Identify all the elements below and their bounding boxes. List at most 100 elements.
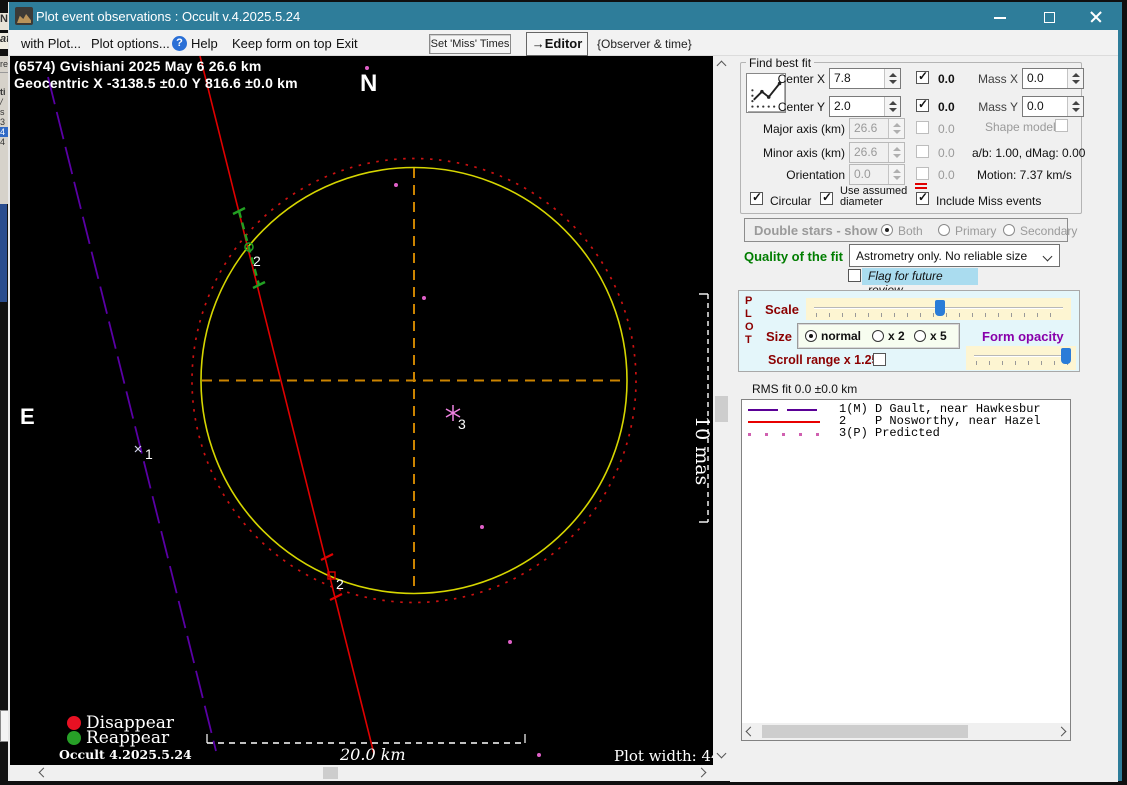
center-y-checkbox[interactable]: [916, 97, 929, 112]
plot-horizontal-scrollbar[interactable]: [10, 765, 713, 781]
background-window-fragment: [0, 204, 7, 302]
east-label: E: [20, 404, 35, 429]
chord-2-line: [199, 56, 375, 755]
predicted-label: 3: [458, 416, 466, 432]
menu-help[interactable]: Help: [191, 36, 218, 51]
window-title: Plot event observations : Occult v.4.202…: [36, 9, 301, 24]
scale-slider[interactable]: [806, 298, 1071, 320]
scrollbar-thumb[interactable]: [762, 725, 968, 738]
major-axis-label: Major axis (km): [762, 122, 845, 136]
version-label: Occult 4.2025.5.24: [59, 747, 192, 762]
reappear-legend-dot: [67, 731, 81, 745]
mass-y-value[interactable]: 0.0: [1027, 99, 1044, 113]
double-primary-label: Primary: [955, 224, 997, 238]
spinner-arrows[interactable]: [1067, 97, 1083, 116]
window-right-border: [1118, 2, 1122, 782]
center-x-checkbox[interactable]: [916, 69, 929, 84]
double-both-label: Both: [898, 224, 923, 238]
double-both-radio: [881, 224, 893, 236]
scrollbar-thumb[interactable]: [715, 396, 728, 422]
north-label: N: [360, 70, 378, 97]
mass-x-label: Mass X: [977, 72, 1018, 86]
chord-2-bottom-label: 2: [336, 576, 344, 592]
plot-geocentric: Geocentric X -3138.5 ±0.0 Y 816.6 ±0.0 k…: [14, 75, 298, 91]
plot-letter-o: O: [745, 321, 754, 333]
size-x2-label: x 2: [888, 329, 905, 343]
slider-thumb[interactable]: [935, 300, 945, 316]
plot-letter-p: P: [745, 295, 753, 307]
disappear-legend-dot: [67, 716, 81, 730]
scroll-range-checkbox[interactable]: [873, 353, 886, 366]
scrollbar-thumb[interactable]: [323, 767, 338, 779]
use-assumed-label: Use assumed diameter: [840, 185, 908, 208]
minor-axis-checkbox: [916, 145, 929, 158]
chord-1-label: 1: [145, 446, 153, 462]
include-miss-checkbox[interactable]: [916, 190, 929, 205]
center-x-value[interactable]: 7.8: [834, 71, 851, 85]
shape-model-checkbox: [1055, 119, 1068, 132]
chord-2-top-label: 2: [253, 253, 261, 269]
menu-exit[interactable]: Exit: [336, 36, 358, 51]
menu-keep-on-top[interactable]: Keep form on top: [232, 36, 332, 51]
center-x-label: Center X: [777, 72, 825, 86]
use-assumed-checkbox[interactable]: [820, 190, 833, 205]
rms-label: RMS fit 0.0 ±0.0 km: [752, 382, 858, 396]
spinner-arrows[interactable]: [884, 69, 900, 88]
plot-letter-l: L: [745, 308, 752, 320]
editor-button[interactable]: →Editor: [526, 32, 588, 56]
mas-bracket: [699, 293, 709, 523]
center-y-spinner[interactable]: 2.0: [829, 96, 901, 117]
plot-canvas[interactable]: (6574) Gvishiani 2025 May 6 26.6 km Geoc…: [10, 56, 713, 765]
center-y-label: Center Y: [777, 100, 825, 114]
minor-axis-offset: 0.0: [938, 146, 955, 160]
orientation-offset: 0.0: [938, 168, 955, 182]
maximize-button[interactable]: [1027, 4, 1071, 30]
set-miss-times-button[interactable]: Set 'Miss' Times: [429, 34, 511, 54]
form-opacity-slider[interactable]: [966, 346, 1076, 370]
form-opacity-label: Form opacity: [982, 329, 1064, 344]
minimize-button[interactable]: [978, 4, 1022, 30]
scale-label: Scale: [765, 302, 799, 317]
chord-2-line-sample: [748, 421, 820, 423]
observation-row[interactable]: 3(P) Predicted: [839, 426, 940, 440]
mass-x-value[interactable]: 0.0: [1027, 71, 1044, 85]
orientation-checkbox: [916, 167, 929, 180]
circular-checkbox[interactable]: [750, 190, 763, 205]
titlebar[interactable]: Plot event observations : Occult v.4.202…: [9, 2, 1118, 30]
help-icon[interactable]: ?: [172, 36, 187, 51]
mass-y-label: Mass Y: [978, 100, 1018, 114]
center-x-spinner[interactable]: 7.8: [829, 68, 901, 89]
observations-listbox[interactable]: 1(M) D Gault, near Hawkesbur 2 P Noswort…: [741, 399, 1071, 741]
minor-axis-label: Minor axis (km): [762, 146, 845, 160]
quality-label: Quality of the fit: [744, 249, 843, 264]
mass-y-spinner[interactable]: 0.0: [1022, 96, 1084, 117]
menu-plot-options[interactable]: Plot options...: [91, 36, 170, 51]
orientation-label: Orientation: [786, 168, 845, 182]
major-axis-value: 26.6: [854, 121, 878, 135]
include-miss-label: Include Miss events: [936, 194, 1042, 208]
size-x5-radio[interactable]: [914, 330, 926, 342]
major-axis-checkbox: [916, 121, 929, 134]
mass-x-spinner[interactable]: 0.0: [1022, 68, 1084, 89]
plot-graphics: [47, 56, 709, 757]
spinner-arrows[interactable]: [1067, 69, 1083, 88]
size-normal-radio[interactable]: [805, 330, 817, 342]
shape-model-label: Shape model: [985, 120, 1056, 134]
flag-checkbox[interactable]: [848, 269, 861, 282]
circular-label: Circular: [770, 194, 812, 208]
double-stars-label: Double stars - show: [754, 223, 878, 238]
size-x5-label: x 5: [930, 329, 947, 343]
control-panel: Find best fit Center X 7.8 0.0 Mass X 0.…: [730, 56, 1118, 782]
slider-thumb[interactable]: [1061, 348, 1071, 364]
mas-scale-label: 10 mas: [691, 416, 713, 486]
size-x2-radio[interactable]: [872, 330, 884, 342]
reappear-errorbar: [232, 206, 266, 290]
quality-combobox[interactable]: Astrometry only. No reliable size: [849, 244, 1060, 267]
spinner-arrows[interactable]: [884, 97, 900, 116]
center-y-value[interactable]: 2.0: [834, 99, 851, 113]
plot-vertical-scrollbar[interactable]: [713, 56, 730, 765]
close-button[interactable]: [1074, 4, 1118, 30]
listbox-horizontal-scrollbar[interactable]: [742, 723, 1070, 740]
menu-with-plot[interactable]: with Plot...: [21, 36, 81, 51]
major-axis-spinner: 26.6: [849, 118, 905, 139]
